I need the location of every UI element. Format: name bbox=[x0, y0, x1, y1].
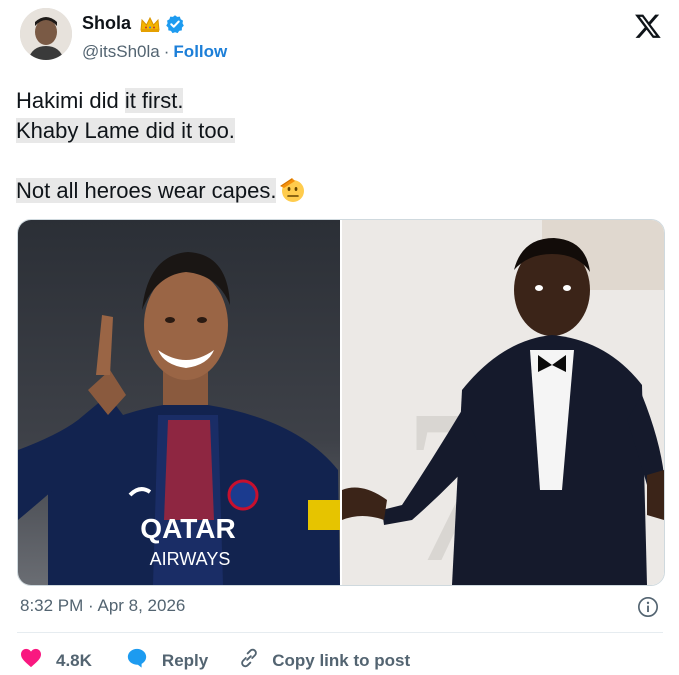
photo-khaby[interactable]: 7 bbox=[342, 220, 664, 585]
tweet-text-part: Hakimi did bbox=[16, 88, 125, 113]
verified-badge-icon bbox=[165, 14, 185, 34]
reply-button[interactable]: Reply bbox=[126, 647, 208, 674]
copy-link-label: Copy link to post bbox=[272, 650, 411, 670]
crown-icon bbox=[139, 15, 161, 33]
jersey-sponsor-line-1: QATAR bbox=[140, 513, 235, 544]
tweet-text-line-2: Khaby Lame did it too. bbox=[16, 116, 235, 145]
media-grid: QATAR AIRWAYS 7 bbox=[17, 219, 665, 586]
author-handle[interactable]: @itsSh0la bbox=[82, 42, 160, 62]
follow-button[interactable]: Follow bbox=[173, 42, 227, 62]
tweet-text-highlight: Not all heroes wear capes. bbox=[16, 178, 277, 203]
timestamp[interactable]: 8:32 PM · Apr 8, 2026 bbox=[20, 596, 185, 616]
x-logo-icon[interactable] bbox=[634, 12, 662, 40]
handle-row: @itsSh0la · Follow bbox=[82, 42, 227, 62]
author-name-row: Shola bbox=[82, 13, 185, 34]
author-name[interactable]: Shola bbox=[82, 13, 131, 34]
tweet-text-line-1: Hakimi did it first. bbox=[16, 86, 184, 115]
avatar[interactable] bbox=[20, 8, 72, 60]
jersey-sponsor-line-2: AIRWAYS bbox=[150, 549, 231, 569]
salute-emoji-icon bbox=[278, 175, 306, 203]
reply-label: Reply bbox=[161, 650, 209, 670]
photo-hakimi[interactable]: QATAR AIRWAYS bbox=[18, 220, 340, 585]
tweet-text-highlight: it first. bbox=[124, 88, 184, 113]
tweet-text-line-3: Not all heroes wear capes. bbox=[16, 175, 306, 205]
info-icon[interactable] bbox=[637, 596, 659, 618]
like-count: 4.8K bbox=[56, 650, 92, 670]
like-button[interactable]: 4.8K bbox=[20, 648, 92, 673]
divider bbox=[17, 632, 663, 633]
tweet-card: Shola @itsSh0la · Follow Hakimi did it f… bbox=[0, 0, 679, 675]
link-icon bbox=[238, 647, 260, 674]
copy-link-button[interactable]: Copy link to post bbox=[238, 647, 410, 674]
tweet-text-highlight: Khaby Lame did it too. bbox=[16, 118, 235, 143]
separator-dot: · bbox=[163, 42, 170, 61]
action-bar: 4.8K Reply Copy link to post bbox=[20, 647, 410, 674]
heart-icon bbox=[20, 648, 42, 673]
reply-bubble-icon bbox=[126, 647, 148, 674]
